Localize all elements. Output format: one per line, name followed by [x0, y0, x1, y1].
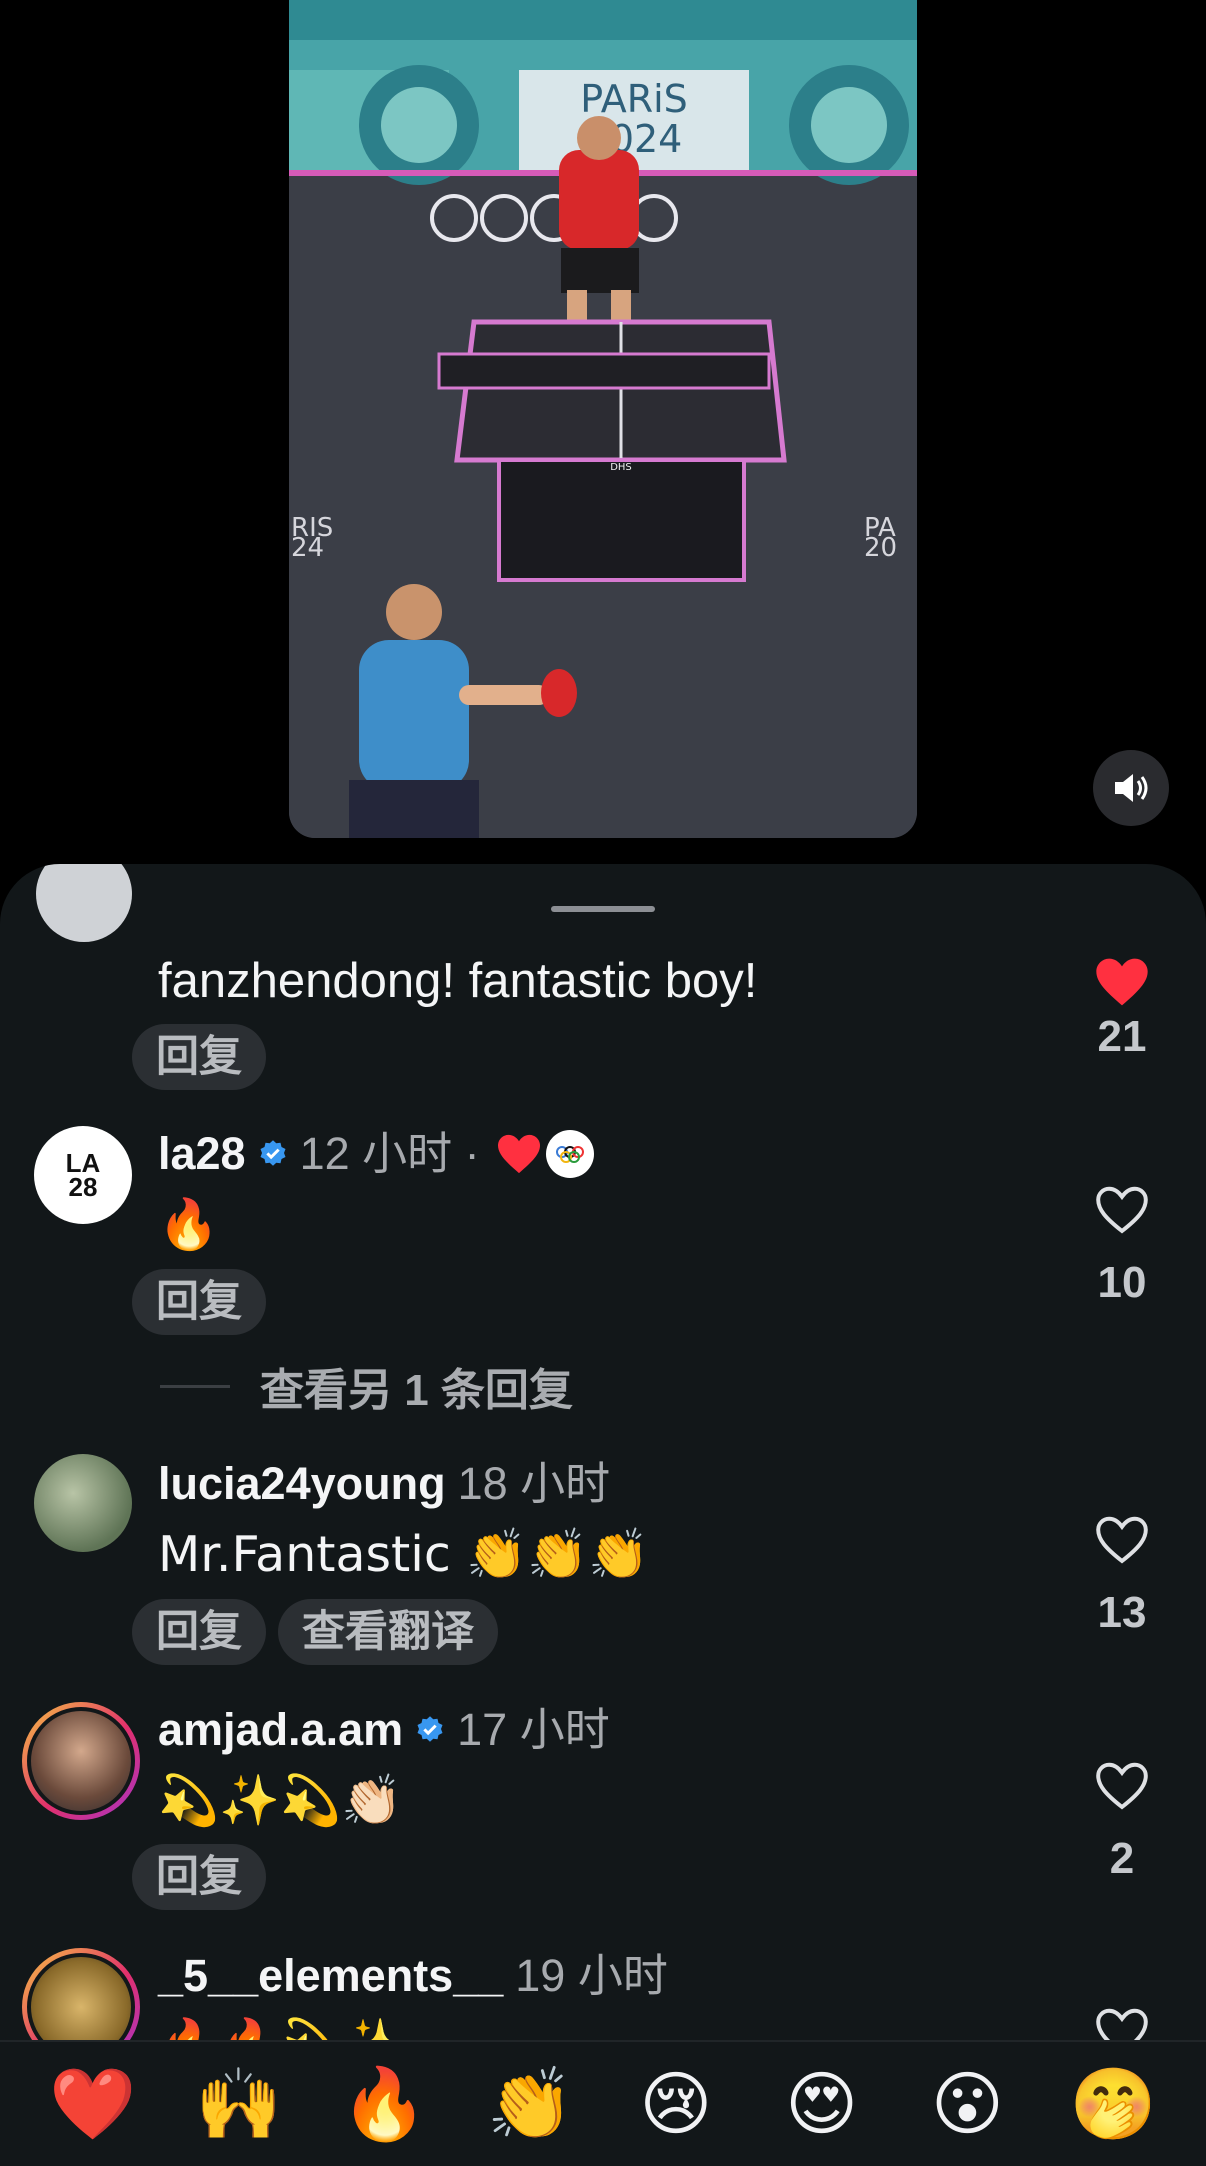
verified-badge-icon — [260, 1140, 286, 1166]
avatar-logo-number: 28 — [68, 1172, 98, 1202]
like-count: 21 — [1097, 1012, 1147, 1061]
comment-header: amjad.a.am 17 小时 — [158, 1702, 610, 1758]
comments-sheet[interactable]: fanzhendong! fantastic boy! 回复 21 LA 28 … — [0, 864, 1206, 2166]
table-brand: DHS — [610, 462, 632, 473]
reaction-heart-eyes[interactable]: 😍 — [767, 2064, 877, 2144]
comment-time: 12 小时 · — [299, 1128, 480, 1179]
divider-line — [160, 1384, 230, 1388]
heart-filled-icon[interactable] — [1094, 956, 1150, 1008]
reply-button[interactable]: 回复 — [132, 1024, 266, 1090]
reaction-cry[interactable]: 😢 — [621, 2064, 731, 2144]
comment-username[interactable]: la28 — [158, 1126, 246, 1182]
floor-text-right-year: 20 — [864, 533, 897, 563]
video-frame-table-tennis: PARiS 2024 DHS RIS 24 PA 20 — [289, 0, 917, 838]
avatar[interactable] — [36, 864, 132, 942]
avatar-lucia24young[interactable] — [34, 1454, 132, 1552]
reply-button[interactable]: 回复 — [132, 1599, 266, 1665]
verified-badge-icon — [417, 1716, 443, 1742]
comment-text: fanzhendong! fantastic boy! — [158, 954, 758, 1008]
creator-avatar-olympic-icon — [545, 1130, 594, 1178]
comment-text: Mr.Fantastic 👏👏👏 — [158, 1526, 650, 1583]
creator-liked-heart-icon — [497, 1134, 540, 1174]
reply-button[interactable]: 回复 — [132, 1844, 266, 1910]
reaction-raised-hands[interactable]: 🙌 — [184, 2064, 294, 2144]
comment-header: la28 12 小时 · — [158, 1126, 594, 1182]
comment-username[interactable]: lucia24young — [158, 1456, 446, 1512]
comment-username[interactable]: _5__elements__ — [158, 1948, 503, 2004]
floor-text-left-year: 24 — [291, 533, 324, 563]
sheet-grabber[interactable] — [551, 906, 655, 912]
comment-time: 17 小时 — [457, 1704, 610, 1755]
comment-header: lucia24young 18 小时 — [158, 1456, 610, 1512]
video-player[interactable]: PARiS 2024 DHS RIS 24 PA 20 — [289, 0, 917, 838]
reaction-hand-over-mouth[interactable]: 🤭 — [1058, 2064, 1168, 2144]
banner-text-paris: PARiS — [580, 77, 688, 121]
comment-text: 💫✨💫👏🏻 — [158, 1772, 403, 1829]
like-count: 13 — [1097, 1588, 1147, 1637]
like-count: 10 — [1097, 1258, 1147, 1307]
comment-header: _5__elements__ 19 小时 — [158, 1948, 668, 2004]
volume-button[interactable] — [1093, 750, 1169, 826]
comment-username[interactable]: amjad.a.am — [158, 1702, 403, 1758]
avatar-amjad[interactable] — [22, 1702, 140, 1820]
comment-time: 18 小时 — [457, 1458, 611, 1509]
view-more-replies-label: 查看另 1 条回复 — [260, 1366, 573, 1415]
reply-button[interactable]: 回复 — [132, 1269, 266, 1335]
like-count: 2 — [1109, 1834, 1135, 1883]
comment-text: 🔥 — [158, 1196, 220, 1253]
heart-outline-icon[interactable] — [1094, 1760, 1150, 1812]
comment-time: 19 小时 — [515, 1950, 668, 2001]
reaction-fire[interactable]: 🔥 — [329, 2064, 439, 2144]
heart-outline-icon[interactable] — [1094, 1514, 1150, 1566]
heart-outline-icon[interactable] — [1094, 1184, 1150, 1236]
see-translation-button[interactable]: 查看翻译 — [278, 1599, 498, 1665]
avatar-la28[interactable]: LA 28 — [34, 1126, 132, 1224]
quick-reaction-bar: ❤️ 🙌 🔥 👏 😢 😍 😮 🤭 — [0, 2040, 1206, 2166]
speaker-icon — [1115, 774, 1148, 802]
reaction-surprised[interactable]: 😮 — [912, 2064, 1022, 2144]
reaction-clap[interactable]: 👏 — [475, 2064, 585, 2144]
view-more-replies[interactable]: 查看另 1 条回复 — [160, 1354, 573, 1418]
reaction-heart[interactable]: ❤️ — [38, 2064, 148, 2144]
